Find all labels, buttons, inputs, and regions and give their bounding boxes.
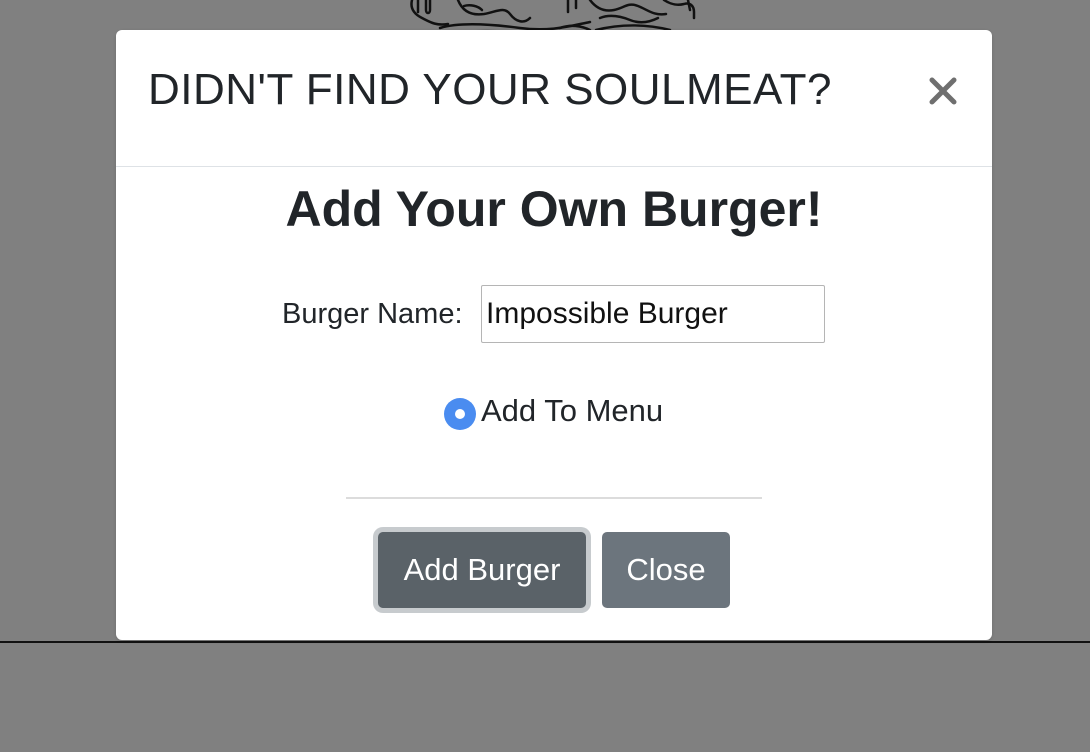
form-heading: Add Your Own Burger! (285, 181, 823, 237)
modal-header: DIDN'T FIND YOUR SOULMEAT? (116, 30, 992, 167)
close-icon (924, 77, 962, 113)
add-burger-button[interactable]: Add Burger (378, 532, 586, 608)
close-button[interactable]: Close (602, 532, 730, 608)
add-to-menu-radio[interactable] (444, 398, 476, 430)
background-divider-line (0, 641, 1090, 643)
add-burger-modal: DIDN'T FIND YOUR SOULMEAT? Add Your Own … (116, 30, 992, 640)
add-to-menu-label: Add To Menu (481, 393, 664, 428)
modal-title: DIDN'T FIND YOUR SOULMEAT? (148, 65, 832, 114)
burger-name-input[interactable] (481, 285, 825, 343)
burger-name-label: Burger Name: (282, 298, 463, 330)
form-divider (346, 497, 762, 499)
background-burger-illustration (400, 0, 710, 34)
modal-close-x-button[interactable] (924, 66, 962, 110)
